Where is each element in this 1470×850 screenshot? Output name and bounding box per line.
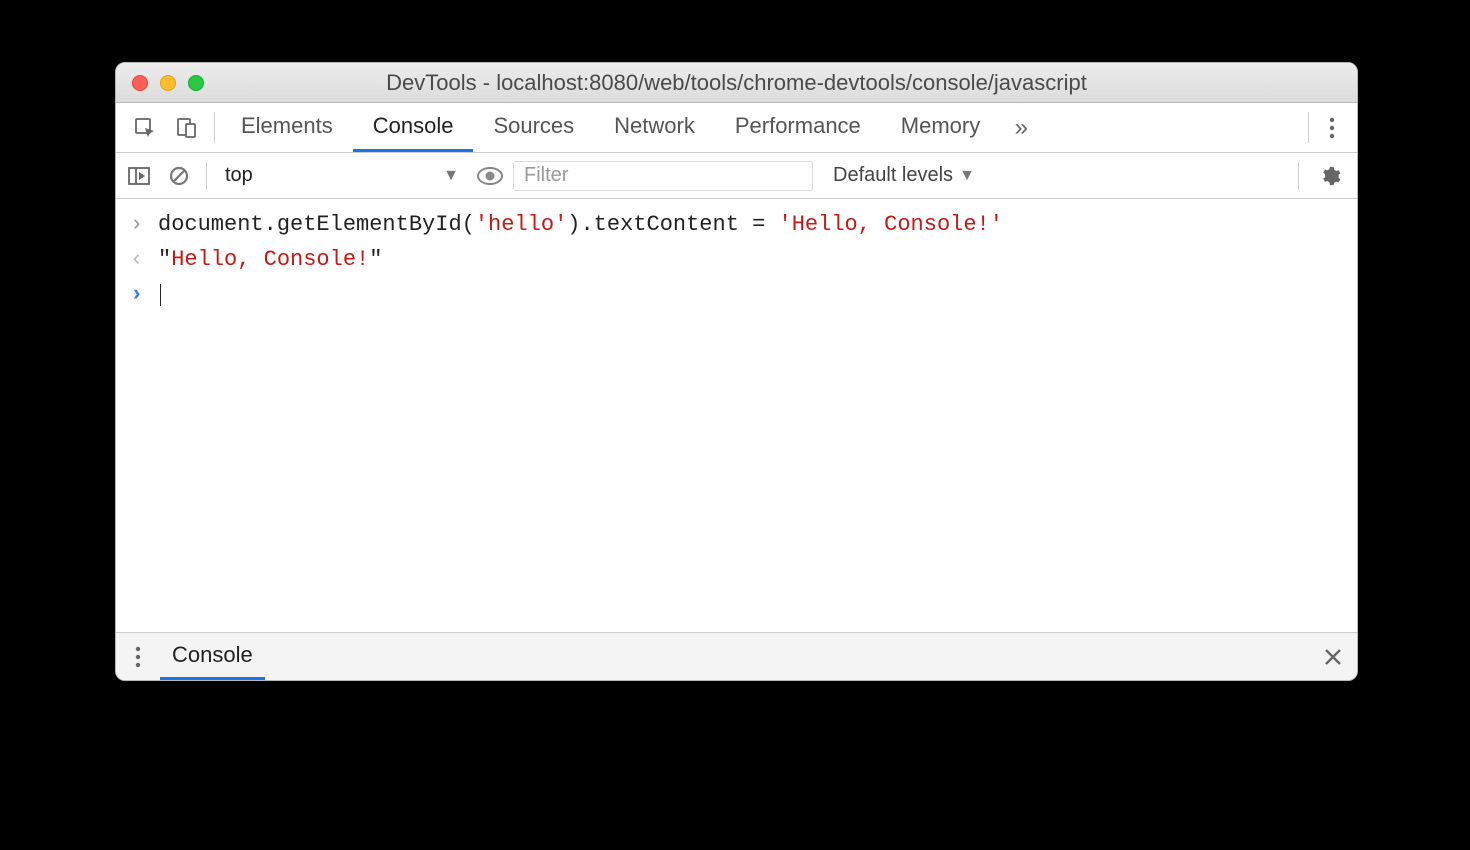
filter-input[interactable] bbox=[513, 161, 813, 191]
devtools-window: DevTools - localhost:8080/web/tools/chro… bbox=[115, 62, 1358, 681]
console-settings-icon[interactable] bbox=[1309, 165, 1351, 187]
tab-sources[interactable]: Sources bbox=[473, 103, 594, 152]
window-title: DevTools - localhost:8080/web/tools/chro… bbox=[116, 70, 1357, 96]
chevron-down-icon: ▼ bbox=[443, 167, 459, 185]
console-line: "Hello, Console!" bbox=[158, 242, 382, 277]
drawer-tab-label: Console bbox=[172, 642, 253, 668]
zoom-window-button[interactable] bbox=[188, 75, 204, 91]
device-toolbar-icon[interactable] bbox=[166, 116, 208, 140]
close-drawer-button[interactable] bbox=[1309, 633, 1357, 680]
separator bbox=[206, 162, 207, 190]
minimize-window-button[interactable] bbox=[160, 75, 176, 91]
context-label: top bbox=[225, 164, 253, 187]
separator bbox=[1308, 112, 1309, 143]
tab-label: Console bbox=[373, 113, 454, 139]
console-output[interactable]: ›document.getElementById('hello').textCo… bbox=[116, 199, 1357, 632]
tab-network[interactable]: Network bbox=[594, 103, 715, 152]
main-tabbar: Elements Console Sources Network Perform… bbox=[116, 103, 1357, 153]
clear-console-icon[interactable] bbox=[162, 161, 196, 191]
tab-label: Sources bbox=[493, 113, 574, 139]
drawer-tab-console[interactable]: Console bbox=[160, 633, 265, 680]
tab-console[interactable]: Console bbox=[353, 103, 474, 152]
tab-label: Network bbox=[614, 113, 695, 139]
tab-elements[interactable]: Elements bbox=[221, 103, 353, 152]
drawer: Console bbox=[116, 632, 1357, 680]
inspect-element-icon[interactable] bbox=[124, 116, 166, 140]
console-prompt[interactable] bbox=[158, 277, 161, 312]
live-expression-icon[interactable] bbox=[473, 161, 507, 191]
window-controls bbox=[116, 75, 204, 91]
console-toolbar: top ▼ Default levels ▼ bbox=[116, 153, 1357, 199]
tab-label: Elements bbox=[241, 113, 333, 139]
tab-label: Performance bbox=[735, 113, 861, 139]
separator bbox=[1298, 162, 1299, 190]
close-window-button[interactable] bbox=[132, 75, 148, 91]
separator bbox=[214, 112, 215, 143]
chevron-double-right-icon: » bbox=[1015, 114, 1028, 142]
tab-performance[interactable]: Performance bbox=[715, 103, 881, 152]
tab-label: Memory bbox=[901, 113, 980, 139]
toggle-sidebar-icon[interactable] bbox=[122, 161, 156, 191]
customize-devtools-button[interactable] bbox=[1315, 103, 1349, 152]
prompt-marker-icon: › bbox=[130, 277, 158, 312]
titlebar: DevTools - localhost:8080/web/tools/chro… bbox=[116, 63, 1357, 103]
console-row: › bbox=[116, 277, 1357, 312]
tab-memory[interactable]: Memory bbox=[881, 103, 1000, 152]
console-row: ›document.getElementById('hello').textCo… bbox=[116, 207, 1357, 242]
output-marker-icon: ‹ bbox=[130, 242, 158, 277]
drawer-menu-button[interactable] bbox=[116, 633, 160, 680]
log-levels-select[interactable]: Default levels ▼ bbox=[819, 164, 975, 187]
more-tabs-button[interactable]: » bbox=[1000, 103, 1042, 152]
console-line: document.getElementById('hello').textCon… bbox=[158, 207, 1003, 242]
levels-label: Default levels bbox=[833, 164, 953, 187]
execution-context-select[interactable]: top ▼ bbox=[217, 162, 467, 189]
chevron-down-icon: ▼ bbox=[959, 167, 975, 185]
console-row: ‹"Hello, Console!" bbox=[116, 242, 1357, 277]
input-marker-icon: › bbox=[130, 207, 158, 242]
